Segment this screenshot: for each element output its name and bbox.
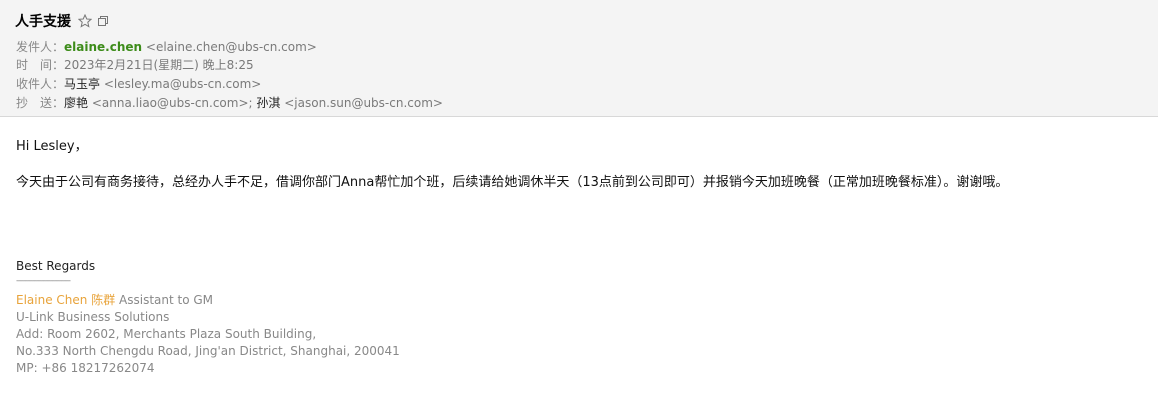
cc-recipient-2-address: <jason.sun@ubs-cn.com> xyxy=(284,96,443,110)
date-row: 时 间：2023年2月21日(星期二) 晚上8:25 xyxy=(16,57,254,73)
email-greeting: Hi Lesley， xyxy=(16,139,88,154)
date-value: 2023年2月21日(星期二) 晚上8:25 xyxy=(64,58,254,72)
cc-recipient-1-name[interactable]: 廖艳 xyxy=(64,96,88,110)
recipient-name[interactable]: 马玉亭 xyxy=(64,77,100,91)
sender-address: <elaine.chen@ubs-cn.com> xyxy=(145,40,317,54)
email-header: 人手支援 发件人：elaine.chen <elaine.chen@ubs-cn… xyxy=(0,0,1158,117)
signature-mobile: MP: +86 18217262074 xyxy=(16,361,155,375)
to-row: 收件人：马玉亭 <lesley.ma@ubs-cn.com> xyxy=(16,76,261,92)
signature-address-line2: No.333 North Chengdu Road, Jing'an Distr… xyxy=(16,344,400,358)
cc-row: 抄 送：廖艳 <anna.liao@ubs-cn.com>; 孙淇 <jason… xyxy=(16,95,443,111)
subject-row: 人手支援 xyxy=(15,11,109,31)
cc-recipient-1-address: <anna.liao@ubs-cn.com>; xyxy=(91,96,253,110)
signature-separator: ------------------------ xyxy=(16,276,71,286)
signature-regards: Best Regards xyxy=(16,259,96,273)
star-icon[interactable] xyxy=(78,14,92,28)
signature-name-row: Elaine Chen 陈群 Assistant to GM xyxy=(16,292,213,309)
from-label: 发件人： xyxy=(16,40,65,54)
signature-name: Elaine Chen 陈群 xyxy=(16,293,116,307)
date-label: 时 间： xyxy=(16,58,65,72)
cc-label: 抄 送： xyxy=(16,96,65,110)
from-row: 发件人：elaine.chen <elaine.chen@ubs-cn.com> xyxy=(16,39,317,55)
email-body-paragraph: 今天由于公司有商务接待，总经办人手不足，借调你部门Anna帮忙加个班，后续请给她… xyxy=(16,175,1009,190)
to-label: 收件人： xyxy=(16,77,65,91)
signature-company: U-Link Business Solutions xyxy=(16,310,170,324)
recipient-address: <lesley.ma@ubs-cn.com> xyxy=(103,77,262,91)
signature-address-line1: Add: Room 2602, Merchants Plaza South Bu… xyxy=(16,327,317,341)
signature-title: Assistant to GM xyxy=(119,293,214,307)
cc-recipient-2-name[interactable]: 孙淇 xyxy=(256,96,280,110)
email-subject: 人手支援 xyxy=(15,14,71,30)
popout-window-icon[interactable] xyxy=(97,15,109,27)
sender-name[interactable]: elaine.chen xyxy=(64,40,142,54)
